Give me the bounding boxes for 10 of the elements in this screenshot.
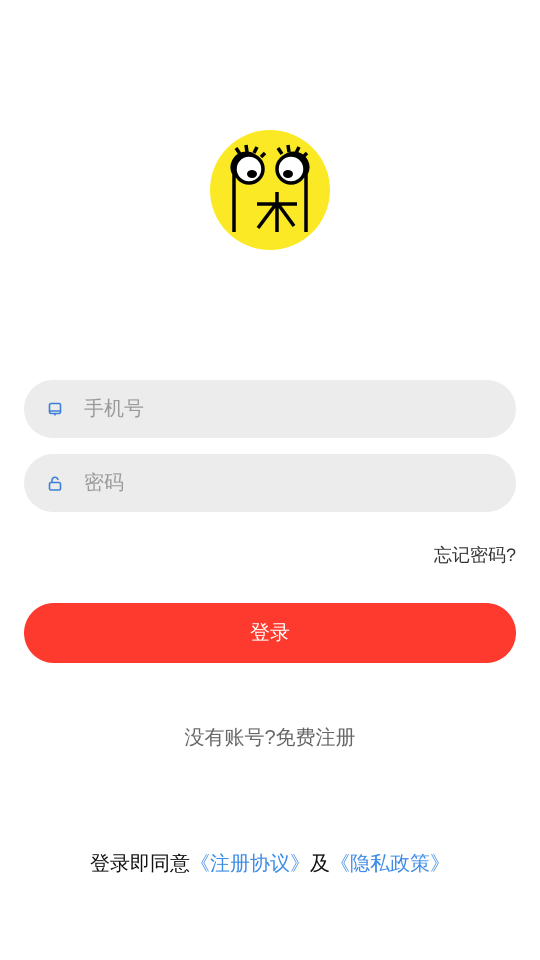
agreement-text: 登录即同意《注册协议》及《隐私政策》 xyxy=(90,852,450,877)
lock-icon xyxy=(48,476,62,491)
login-button[interactable]: 登录 xyxy=(24,603,516,663)
phone-icon xyxy=(48,402,62,417)
forgot-password-link[interactable]: 忘记密码? xyxy=(434,542,516,569)
agreement-link[interactable]: 《注册协议》 xyxy=(190,853,310,875)
agreement-link[interactable]: 《隐私政策》 xyxy=(330,853,450,875)
password-field[interactable]: 密码 xyxy=(24,454,516,512)
register-link[interactable]: 没有账号?免费注册 xyxy=(184,723,356,753)
phone-field[interactable]: 手机号 xyxy=(24,380,516,438)
